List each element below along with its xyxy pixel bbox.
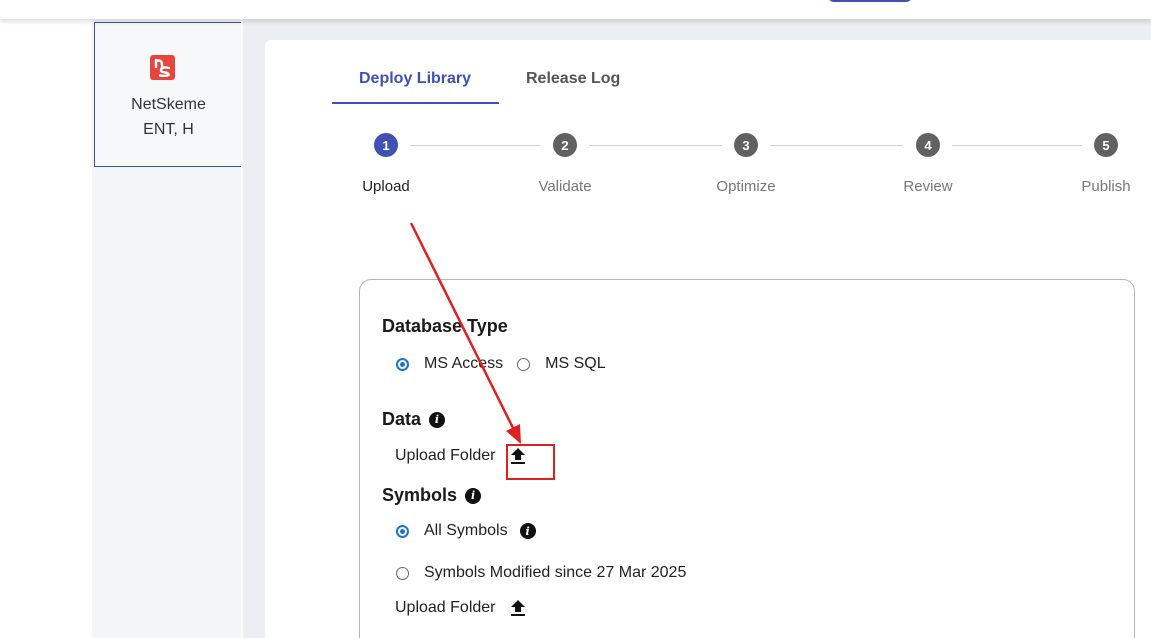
top-bar-button[interactable] bbox=[828, 0, 912, 2]
step-1-circle[interactable]: 1 bbox=[374, 133, 398, 157]
step-connector bbox=[410, 145, 540, 146]
database-type-options: MS Access MS SQL bbox=[396, 355, 606, 373]
step-3-label: Optimize bbox=[716, 178, 776, 195]
symbols-heading: Symbols i bbox=[382, 485, 482, 506]
symbols-title: Symbols bbox=[382, 485, 458, 505]
step-4-label: Review bbox=[903, 178, 953, 195]
modified-symbols-option: Symbols Modified since 27 Mar 2025 bbox=[396, 564, 686, 582]
step-connector bbox=[589, 145, 722, 146]
step-5-label: Publish bbox=[1081, 178, 1131, 195]
step-5-circle[interactable]: 5 bbox=[1094, 133, 1118, 157]
data-heading: Data i bbox=[382, 409, 446, 430]
top-app-bar bbox=[0, 0, 1151, 19]
step-connector bbox=[770, 145, 903, 146]
radio-ms-access[interactable] bbox=[396, 357, 409, 371]
database-type-title: Database Type bbox=[382, 316, 508, 336]
ms-access-label[interactable]: MS Access bbox=[424, 355, 503, 373]
step-3-circle[interactable]: 3 bbox=[734, 133, 758, 157]
data-upload-label: Upload Folder bbox=[395, 447, 496, 464]
step-4-circle[interactable]: 4 bbox=[916, 133, 940, 157]
data-title: Data bbox=[382, 409, 422, 429]
active-tab-indicator bbox=[332, 102, 499, 104]
database-type-heading: Database Type bbox=[382, 316, 508, 337]
step-connector bbox=[952, 145, 1082, 146]
info-icon[interactable]: i bbox=[465, 487, 482, 504]
symbols-upload-label: Upload Folder bbox=[395, 599, 496, 616]
symbols-upload-row: Upload Folder bbox=[395, 599, 526, 617]
all-symbols-option: All Symbols i bbox=[396, 522, 536, 540]
all-symbols-label[interactable]: All Symbols bbox=[424, 522, 508, 540]
tab-deploy-library[interactable]: Deploy Library bbox=[359, 70, 471, 88]
tenant-name: NetSkeme bbox=[131, 96, 206, 113]
netskeme-logo-icon bbox=[150, 55, 175, 80]
info-icon[interactable]: i bbox=[519, 523, 536, 539]
tenant-subtitle: ENT, H bbox=[143, 121, 194, 138]
radio-ms-sql[interactable] bbox=[517, 357, 531, 371]
step-2-label: Validate bbox=[538, 178, 592, 195]
ms-sql-label[interactable]: MS SQL bbox=[545, 355, 605, 373]
radio-all-symbols[interactable] bbox=[396, 524, 409, 538]
upload-highlight-box bbox=[506, 444, 555, 480]
tab-release-log[interactable]: Release Log bbox=[526, 70, 620, 88]
step-1-label: Upload bbox=[362, 178, 410, 195]
step-2-circle[interactable]: 2 bbox=[553, 133, 577, 157]
upload-icon[interactable] bbox=[510, 599, 526, 617]
tenant-selector[interactable]: NetSkeme ENT, H bbox=[94, 22, 241, 167]
info-icon[interactable]: i bbox=[429, 411, 446, 428]
symbols-modified-label[interactable]: Symbols Modified since 27 Mar 2025 bbox=[424, 564, 686, 582]
radio-symbols-modified[interactable] bbox=[396, 566, 409, 580]
